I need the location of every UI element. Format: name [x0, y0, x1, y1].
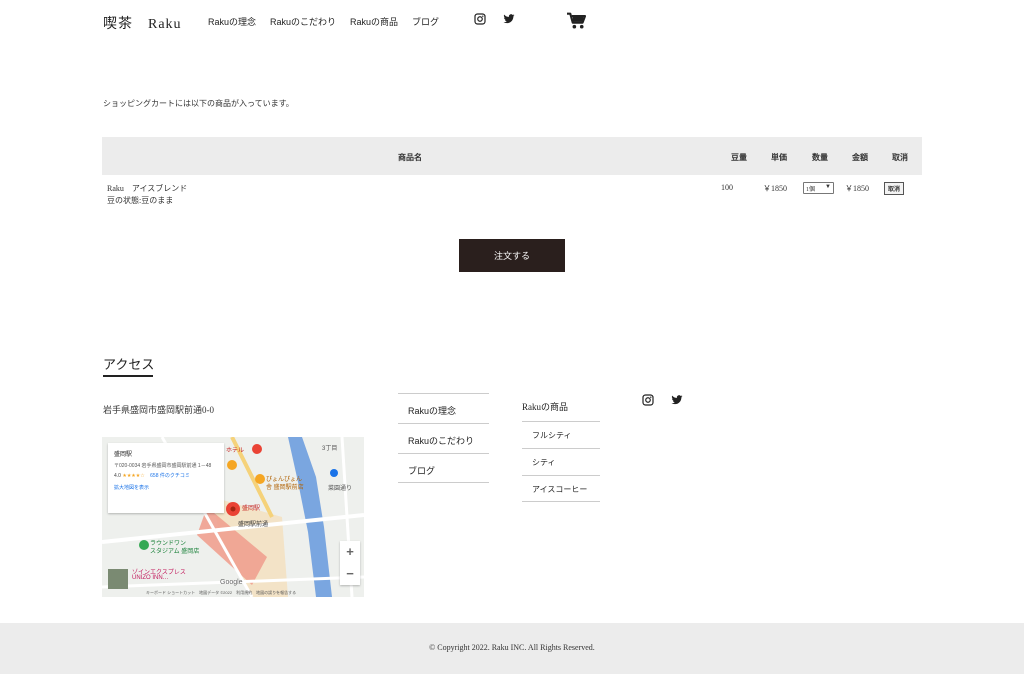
- col-unit-price: 単価: [771, 153, 787, 162]
- map-rating: 4.0 ★★★★☆ 658 件のクチコミ: [114, 472, 218, 479]
- map-label-stadium2: スタジアム 盛岡店: [150, 549, 200, 555]
- google-logo: Google: [220, 579, 243, 586]
- instagram-icon[interactable]: [642, 394, 654, 406]
- col-cancel: 取消: [892, 153, 908, 162]
- copyright-bar: © Copyright 2022. Raku INC. All Rights R…: [0, 623, 1024, 674]
- brand-logo[interactable]: 喫茶 Raku: [103, 13, 182, 33]
- map-label-station-street: 盛岡駅前通: [238, 522, 269, 528]
- map-label-inn2: UNIZO INN…: [132, 575, 169, 581]
- nav-commitment[interactable]: Rakuのこだわり: [270, 15, 336, 28]
- map-rating-value: 4.0: [114, 473, 121, 479]
- site-header: 喫茶 Raku Rakuの理念 Rakuのこだわり Rakuの商品 ブログ: [0, 0, 1024, 44]
- order-button[interactable]: 注文する: [459, 239, 565, 272]
- map-label-station: 盛岡駅: [242, 506, 261, 512]
- footer-products: Rakuの商品 フルシティ シティ アイスコーヒー: [522, 400, 600, 502]
- access-underline: [103, 375, 153, 377]
- map-reviews-link[interactable]: 658 件のクチコミ: [150, 473, 190, 479]
- map-label-pyonpyon2: 舎 盛岡駅前店: [266, 485, 304, 491]
- item-amount: 100: [721, 183, 733, 192]
- cancel-button[interactable]: 取消: [884, 182, 904, 195]
- cart-table: 商品名 豆量 単価 数量 金額 取消 Raku アイスブレンド 豆の状態:豆のま…: [102, 137, 922, 215]
- table-row: Raku アイスブレンド 豆の状態:豆のまま 100 ￥1850 1個 ▼ ￥1…: [102, 175, 922, 215]
- main-nav: Rakuの理念 Rakuのこだわり Rakuの商品 ブログ: [208, 15, 453, 28]
- map-info-card: 盛岡駅 〒020-0034 岩手県盛岡市盛岡駅前通 1－48 4.0 ★★★★☆…: [108, 443, 224, 513]
- footer-nav: Rakuの理念 Rakuのこだわり ブログ: [398, 393, 489, 483]
- col-total: 金額: [852, 153, 868, 162]
- star-icon: ★★★★☆: [122, 473, 145, 479]
- map-expand-link[interactable]: 拡大地図を表示: [114, 484, 218, 491]
- instagram-icon[interactable]: [474, 13, 486, 25]
- twitter-icon[interactable]: [671, 394, 683, 406]
- nav-philosophy[interactable]: Rakuの理念: [208, 15, 256, 28]
- map-label-hotel: ホテル: [226, 448, 245, 454]
- map-place-name: 盛岡駅: [114, 452, 133, 458]
- nav-products[interactable]: Rakuの商品: [350, 15, 398, 28]
- item-unit-price: ￥1850: [763, 184, 787, 193]
- zoom-in-button[interactable]: +: [340, 541, 360, 563]
- chevron-down-icon: ▼: [825, 184, 831, 190]
- col-amount: 豆量: [731, 153, 747, 162]
- col-quantity: 数量: [812, 153, 828, 162]
- footer-nav-philosophy[interactable]: Rakuの理念: [398, 393, 489, 423]
- quantity-value: 1個: [806, 186, 816, 193]
- google-map[interactable]: ホテル 盛岡駅 盛岡駅前通 ぴょんぴょん 舎 盛岡駅前店 ラウンドワン スタジア…: [102, 437, 364, 597]
- nav-blog[interactable]: ブログ: [412, 15, 439, 28]
- quantity-select[interactable]: 1個 ▼: [803, 182, 834, 194]
- footer-product-fullcity[interactable]: フルシティ: [522, 421, 600, 448]
- cart-message: ショッピングカートには以下の商品が入っています。: [103, 99, 294, 108]
- footer-product-city[interactable]: シティ: [522, 448, 600, 475]
- map-label-kuruma: 菜園通り: [328, 486, 353, 492]
- copyright-text: © Copyright 2022. Raku INC. All Rights R…: [429, 643, 595, 652]
- table-header: 商品名 豆量 単価 数量 金額 取消: [102, 137, 922, 175]
- zoom-out-button[interactable]: −: [340, 563, 360, 585]
- cart-icon[interactable]: [566, 12, 586, 30]
- map-attribution[interactable]: キーボード ショートカット 地図データ ©2022 利用規約 地図の誤りを報告す…: [146, 590, 296, 596]
- map-place-address: 〒020-0034 岩手県盛岡市盛岡駅前通 1－48: [114, 463, 212, 469]
- footer-nav-commitment[interactable]: Rakuのこだわり: [398, 423, 489, 453]
- item-total: ￥1850: [845, 184, 869, 193]
- col-name: 商品名: [398, 153, 422, 162]
- footer-nav-blog[interactable]: ブログ: [398, 453, 489, 483]
- map-label-chome: 3丁目: [322, 446, 338, 452]
- map-zoom-controls: + −: [340, 541, 360, 585]
- footer-products-title[interactable]: Rakuの商品: [522, 400, 600, 421]
- item-option: 豆の状態:豆のまま: [107, 196, 174, 205]
- address: 岩手県盛岡市盛岡駅前通0-0: [103, 405, 214, 415]
- item-name: Raku アイスブレンド: [107, 184, 188, 193]
- twitter-icon[interactable]: [503, 13, 515, 25]
- footer-product-icecoffee[interactable]: アイスコーヒー: [522, 475, 600, 502]
- access-title: アクセス: [103, 357, 155, 372]
